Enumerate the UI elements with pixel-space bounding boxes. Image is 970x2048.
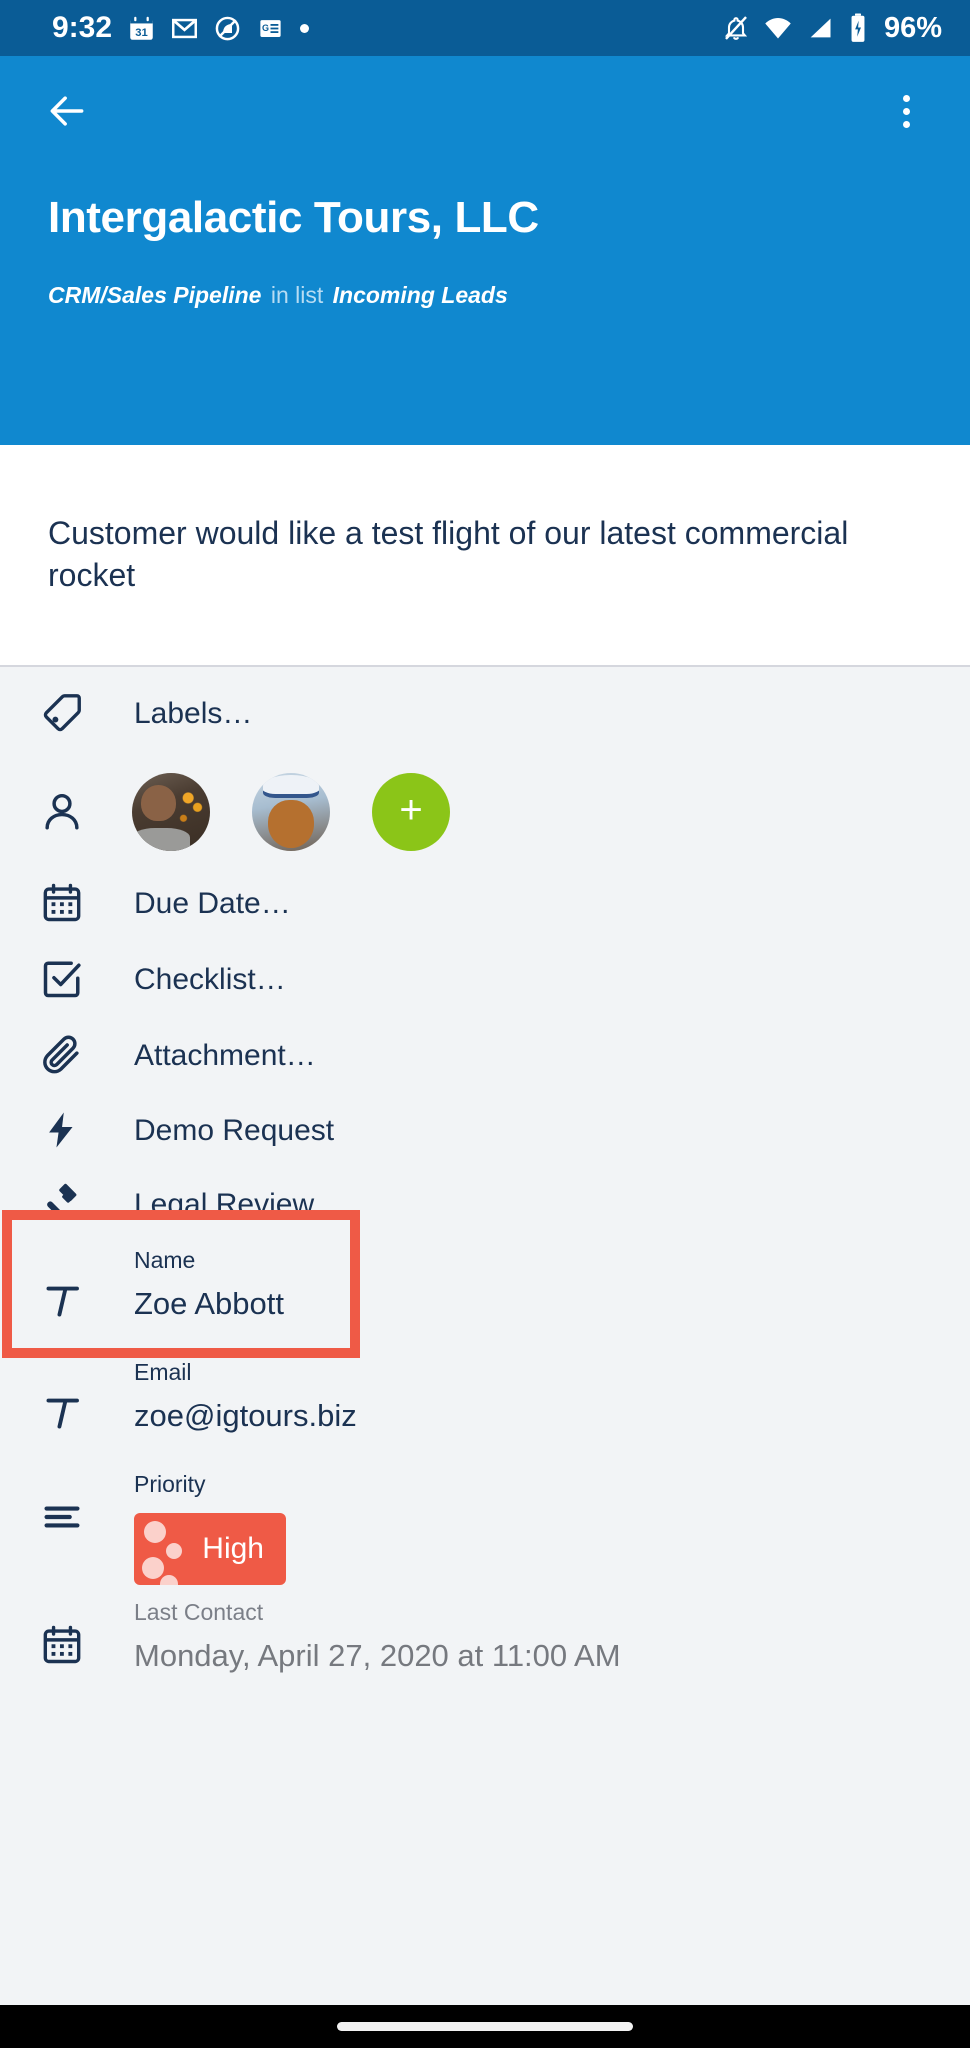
avatar[interactable] bbox=[252, 773, 330, 851]
last-contact-field-body: Last Contact Monday, April 27, 2020 at 1… bbox=[102, 1593, 621, 1674]
card-title: Intergalactic Tours, LLC bbox=[48, 193, 539, 242]
avatar[interactable] bbox=[132, 773, 210, 851]
badge-dot-icon bbox=[142, 1556, 164, 1579]
checklist-label: Checklist… bbox=[134, 962, 286, 996]
calendar-icon-wrap bbox=[40, 881, 102, 925]
back-button[interactable] bbox=[40, 84, 94, 138]
gavel-icon-wrap bbox=[40, 1183, 102, 1225]
calendar-31-icon: 31 bbox=[130, 16, 153, 40]
email-field-value: zoe@igtours.biz bbox=[134, 1397, 357, 1433]
last-contact-field-label: Last Contact bbox=[134, 1599, 264, 1625]
svg-text:G: G bbox=[262, 23, 269, 33]
text-field-icon bbox=[46, 1286, 79, 1317]
member-avatars: + bbox=[102, 773, 450, 851]
status-bar-right: 96% bbox=[722, 13, 942, 43]
priority-field-value: High bbox=[202, 1531, 264, 1565]
demo-request-row[interactable]: Demo Request bbox=[0, 1093, 970, 1167]
paperclip-icon bbox=[43, 1035, 79, 1074]
members-row[interactable]: + bbox=[0, 759, 970, 865]
notification-dot-icon bbox=[300, 23, 310, 33]
last-contact-field-value: Monday, April 27, 2020 at 11:00 AM bbox=[134, 1637, 621, 1673]
wifi-icon bbox=[765, 18, 791, 39]
priority-badge[interactable]: High bbox=[134, 1512, 286, 1585]
priority-field-body: Priority High bbox=[102, 1465, 286, 1585]
name-field-label: Name bbox=[134, 1247, 196, 1273]
badge-dot-icon bbox=[160, 1574, 178, 1585]
tag-icon-wrap bbox=[40, 691, 102, 735]
paperclip-icon-wrap bbox=[40, 1033, 102, 1077]
name-field-value: Zoe Abbott bbox=[134, 1285, 284, 1321]
gavel-icon bbox=[47, 1183, 77, 1218]
system-navigation-bar bbox=[0, 2005, 970, 2048]
more-vertical-icon bbox=[902, 120, 910, 128]
text-field-icon-wrap bbox=[40, 1353, 102, 1435]
person-icon bbox=[45, 793, 79, 830]
notifications-off-icon bbox=[724, 16, 748, 40]
demo-request-label: Demo Request bbox=[134, 1113, 335, 1147]
calendar-icon bbox=[43, 1625, 81, 1664]
legal-review-row[interactable]: Legal Review bbox=[0, 1167, 970, 1241]
checklist-icon bbox=[43, 961, 81, 998]
custom-field-name[interactable]: Name Zoe Abbott bbox=[0, 1241, 970, 1353]
breadcrumb-list[interactable]: Incoming Leads bbox=[333, 282, 508, 308]
due-date-label: Due Date… bbox=[134, 886, 291, 920]
attachment-label: Attachment… bbox=[134, 1038, 316, 1072]
breadcrumb: CRM/Sales Pipeline in list Incoming Lead… bbox=[48, 282, 508, 309]
phone-screen: 9:32 31 G 96% Intergalactic Tours, LLC C… bbox=[0, 0, 970, 2048]
app-bar: Intergalactic Tours, LLC CRM/Sales Pipel… bbox=[0, 56, 970, 445]
labels-row[interactable]: Labels… bbox=[0, 667, 970, 759]
card-details-list: Labels… + Due Date… Checklist… Attachmen… bbox=[0, 667, 970, 2048]
status-bar: 9:32 31 G 96% bbox=[0, 0, 970, 56]
battery-percent: 96% bbox=[883, 11, 942, 44]
status-time: 9:32 bbox=[52, 11, 113, 44]
app-bar-actions bbox=[0, 56, 970, 166]
labels-label: Labels… bbox=[134, 696, 253, 730]
list-icon-wrap bbox=[40, 1465, 102, 1539]
person-icon-wrap bbox=[40, 790, 102, 834]
more-vertical-icon bbox=[902, 94, 910, 102]
overflow-menu-button[interactable] bbox=[882, 84, 930, 138]
back-arrow-icon bbox=[50, 96, 84, 126]
add-member-button[interactable]: + bbox=[372, 773, 450, 851]
email-field-body: Email zoe@igtours.biz bbox=[102, 1353, 357, 1434]
list-icon bbox=[44, 1506, 80, 1528]
checklist-icon-wrap bbox=[40, 957, 102, 1001]
checklist-row[interactable]: Checklist… bbox=[0, 941, 970, 1017]
battery-icon bbox=[851, 13, 865, 42]
priority-field-label: Priority bbox=[134, 1471, 206, 1497]
svg-text:31: 31 bbox=[135, 26, 148, 38]
gmail-icon bbox=[172, 18, 198, 38]
badge-dot-icon bbox=[166, 1542, 182, 1559]
name-field-body: Name Zoe Abbott bbox=[102, 1241, 284, 1322]
circle-slash-icon bbox=[215, 16, 240, 40]
google-news-icon: G bbox=[260, 19, 281, 37]
custom-field-last-contact[interactable]: Last Contact Monday, April 27, 2020 at 1… bbox=[0, 1593, 970, 1705]
custom-field-email[interactable]: Email zoe@igtours.biz bbox=[0, 1353, 970, 1465]
attachment-row[interactable]: Attachment… bbox=[0, 1017, 970, 1093]
text-field-icon-wrap bbox=[40, 1241, 102, 1323]
breadcrumb-board[interactable]: CRM/Sales Pipeline bbox=[48, 282, 261, 308]
calendar-icon bbox=[43, 883, 81, 922]
card-description-text: Customer would like a test flight of our… bbox=[48, 515, 849, 593]
cell-signal-icon bbox=[810, 18, 831, 38]
legal-review-label: Legal Review bbox=[134, 1187, 315, 1221]
calendar-icon-wrap bbox=[40, 1593, 102, 1667]
text-field-icon bbox=[46, 1398, 79, 1429]
due-date-row[interactable]: Due Date… bbox=[0, 865, 970, 941]
plus-icon: + bbox=[399, 788, 423, 832]
lightning-bolt-icon-wrap bbox=[40, 1109, 102, 1151]
email-field-label: Email bbox=[134, 1359, 192, 1385]
tag-icon bbox=[43, 694, 81, 732]
card-description-section[interactable]: Customer would like a test flight of our… bbox=[0, 445, 970, 667]
more-vertical-icon bbox=[902, 107, 910, 115]
badge-dot-icon bbox=[144, 1520, 166, 1543]
home-indicator[interactable] bbox=[337, 2022, 633, 2031]
breadcrumb-separator: in list bbox=[264, 282, 330, 308]
custom-field-priority[interactable]: Priority High bbox=[0, 1465, 970, 1593]
lightning-bolt-icon bbox=[49, 1112, 73, 1148]
status-bar-left: 9:32 31 G bbox=[52, 13, 722, 43]
